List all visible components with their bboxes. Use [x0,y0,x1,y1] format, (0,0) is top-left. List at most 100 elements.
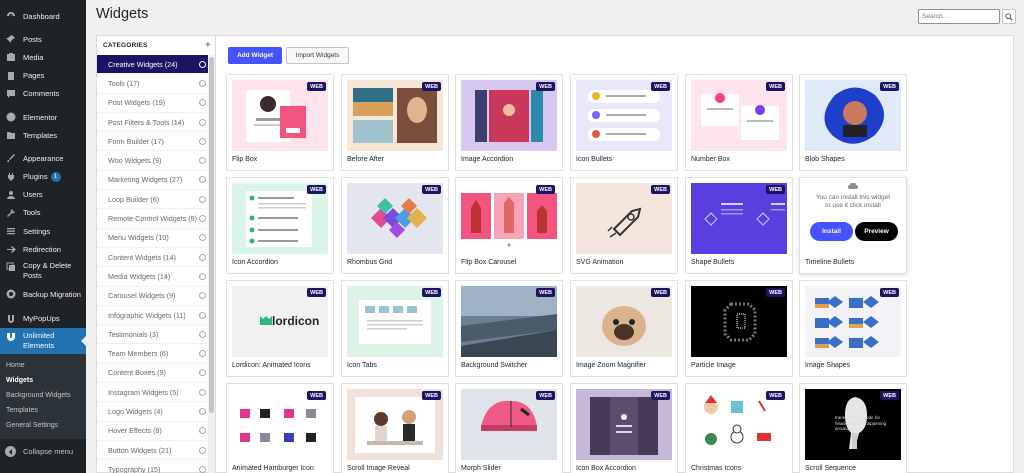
category-scrollbar[interactable] [208,55,215,473]
web-badge: WEB [651,288,670,297]
submenu-templates[interactable]: Templates [0,403,86,418]
widget-card[interactable]: WEB Morph Slider [455,383,563,473]
widget-thumbnail: WEB [576,286,672,357]
category-item[interactable]: Media Widgets (14) [97,267,208,287]
web-badge: WEB [651,82,670,91]
widget-card[interactable]: WEB Icon Box Accordion [570,383,678,473]
submenu-general-settings[interactable]: General Settings [0,418,86,433]
widget-card[interactable]: WEB SVG Animation [570,177,678,274]
category-item[interactable]: Testimonials (3) [97,325,208,345]
menu-backup-migration[interactable]: Backup Migration [0,284,86,304]
menu-settings[interactable]: Settings [0,222,86,240]
category-item[interactable]: Tools (17) [97,74,208,94]
menu-users[interactable]: Users [0,186,86,204]
widget-card[interactable]: WEB Before After [341,74,449,171]
widget-card[interactable]: WEB Image Shapes [799,280,907,377]
submenu-home[interactable]: Home [0,358,86,373]
category-item[interactable]: Infographic Widgets (11) [97,306,208,326]
widget-card[interactable]: lordicon WEB Lordicon: Animated Icons [226,280,334,377]
category-item[interactable]: Button Widgets (21) [97,441,208,461]
category-item[interactable]: Post Widgets (19) [97,94,208,113]
category-item[interactable]: Carousel Widgets (9) [97,287,208,306]
scrollbar-thumb[interactable] [209,57,214,413]
category-item[interactable]: Hover Effects (8) [97,422,208,441]
widget-card[interactable]: WEB Scroll Image Reveal [341,383,449,473]
category-item[interactable]: Instagram Widgets (5) [97,383,208,403]
category-item[interactable]: Content Boxes (9) [97,364,208,384]
widget-card[interactable]: WEB Icon Tabs [341,280,449,377]
widget-card[interactable]: WEB Flip Box [226,74,334,171]
category-item[interactable]: Content Widgets (14) [97,248,208,268]
menu-copy-delete-posts[interactable]: Copy & Delete Posts [0,258,86,284]
submenu-background-widgets[interactable]: Background Widgets [0,388,86,403]
menu-dashboard[interactable]: Dashboard [0,7,86,25]
widget-card[interactable]: WEB Icon Accordion [226,177,334,274]
menu-pages[interactable]: Pages [0,67,86,85]
category-item[interactable]: Remote Control Widgets (9) [97,209,208,229]
category-icon [199,272,206,280]
category-item[interactable]: Team Members (6) [97,344,208,364]
import-widgets-button[interactable]: Import Widgets [286,47,349,64]
widget-name: Image Accordion [461,156,514,163]
install-overlay: You can install this widget to use it cli… [800,178,906,254]
widget-name: Animated Hamburger Icon [232,465,314,472]
category-item[interactable]: Logo Widgets (4) [97,402,208,422]
add-widget-button[interactable]: Add Widget [228,47,282,64]
menu-mypopups[interactable]: MyPopUps [0,309,86,327]
search-button[interactable] [1002,9,1016,24]
widget-card[interactable]: WEB Animated Hamburger Icon [226,383,334,473]
widget-card[interactable]: WEB Flip Box Carousel [455,177,563,274]
web-badge: WEB [880,288,899,297]
widget-thumbnail: WEB [805,286,901,357]
widget-thumbnail: WEB [576,183,672,254]
category-item[interactable]: Post Filters & Tools (14) [97,113,208,133]
widget-card[interactable]: WEB Icon Bullets [570,74,678,171]
menu-elementor[interactable]: Elementor [0,108,86,126]
category-item[interactable]: Menu Widgets (10) [97,229,208,248]
widget-card[interactable]: WEB Shape Bullets [685,177,793,274]
menu-appearance[interactable]: Appearance [0,149,86,167]
preview-button[interactable]: Preview [855,222,898,241]
category-label: Team Members (6) [108,349,169,359]
category-icon [199,330,206,338]
category-item[interactable]: Woo Widgets (9) [97,151,208,171]
add-category-button[interactable]: + [205,40,211,51]
widget-card[interactable]: WEB Rhombus Grid [341,177,449,274]
widget-name: Flip Box Carousel [461,259,517,266]
widget-card[interactable]: WEB Number Box [685,74,793,171]
widget-card[interactable]: WEB Blob Shapes [799,74,907,171]
widget-card[interactable]: WEB Particle Image [685,280,793,377]
widget-card[interactable]: You can install this widget to use it cli… [799,177,907,274]
widget-card[interactable]: transparency mode for hearing what's hap… [799,383,907,473]
widget-card[interactable]: WEB Christmas Icons [685,383,793,473]
category-item[interactable]: Marketing Widgets (27) [97,171,208,191]
menu-templates[interactable]: Templates [0,126,86,144]
widget-card[interactable]: WEB Background Switcher [455,280,563,377]
menu-tools[interactable]: Tools [0,204,86,222]
widget-card[interactable]: WEB Image Accordion [455,74,563,171]
collapse-menu-button[interactable]: Collapse menu [0,443,86,461]
widget-thumbnail: WEB [691,389,787,460]
menu-comments[interactable]: Comments [0,85,86,103]
search-input[interactable] [918,9,1000,24]
category-item[interactable]: Creative Widgets (24) [97,55,208,75]
category-list: Creative Widgets (24) Tools (17) Post Widg… [97,55,208,473]
widget-thumbnail: WEB [461,389,557,460]
menu-unlimited-elements[interactable]: Unlimited Elements [0,327,86,354]
category-item[interactable]: Form Builder (17) [97,132,208,152]
menu-redirection[interactable]: Redirection [0,240,86,258]
menu-label: Redirection [23,244,61,254]
menu-plugins[interactable]: Plugins 1 [0,168,86,186]
search-box [918,9,1016,24]
menu-media[interactable]: Media [0,48,86,66]
category-item[interactable]: Typography (15) [97,460,208,473]
widget-thumbnail: WEB [347,286,443,357]
web-badge: WEB [307,391,326,400]
widget-thumbnail: WEB [232,183,328,254]
category-item[interactable]: Loop Builder (6) [97,190,208,210]
widget-card[interactable]: WEB Image Zoom Magnifier [570,280,678,377]
install-button[interactable]: Install [810,222,853,241]
submenu-widgets[interactable]: Widgets [0,373,86,388]
categories-heading: CATEGORIES [103,42,148,49]
menu-posts[interactable]: Posts [0,30,86,48]
